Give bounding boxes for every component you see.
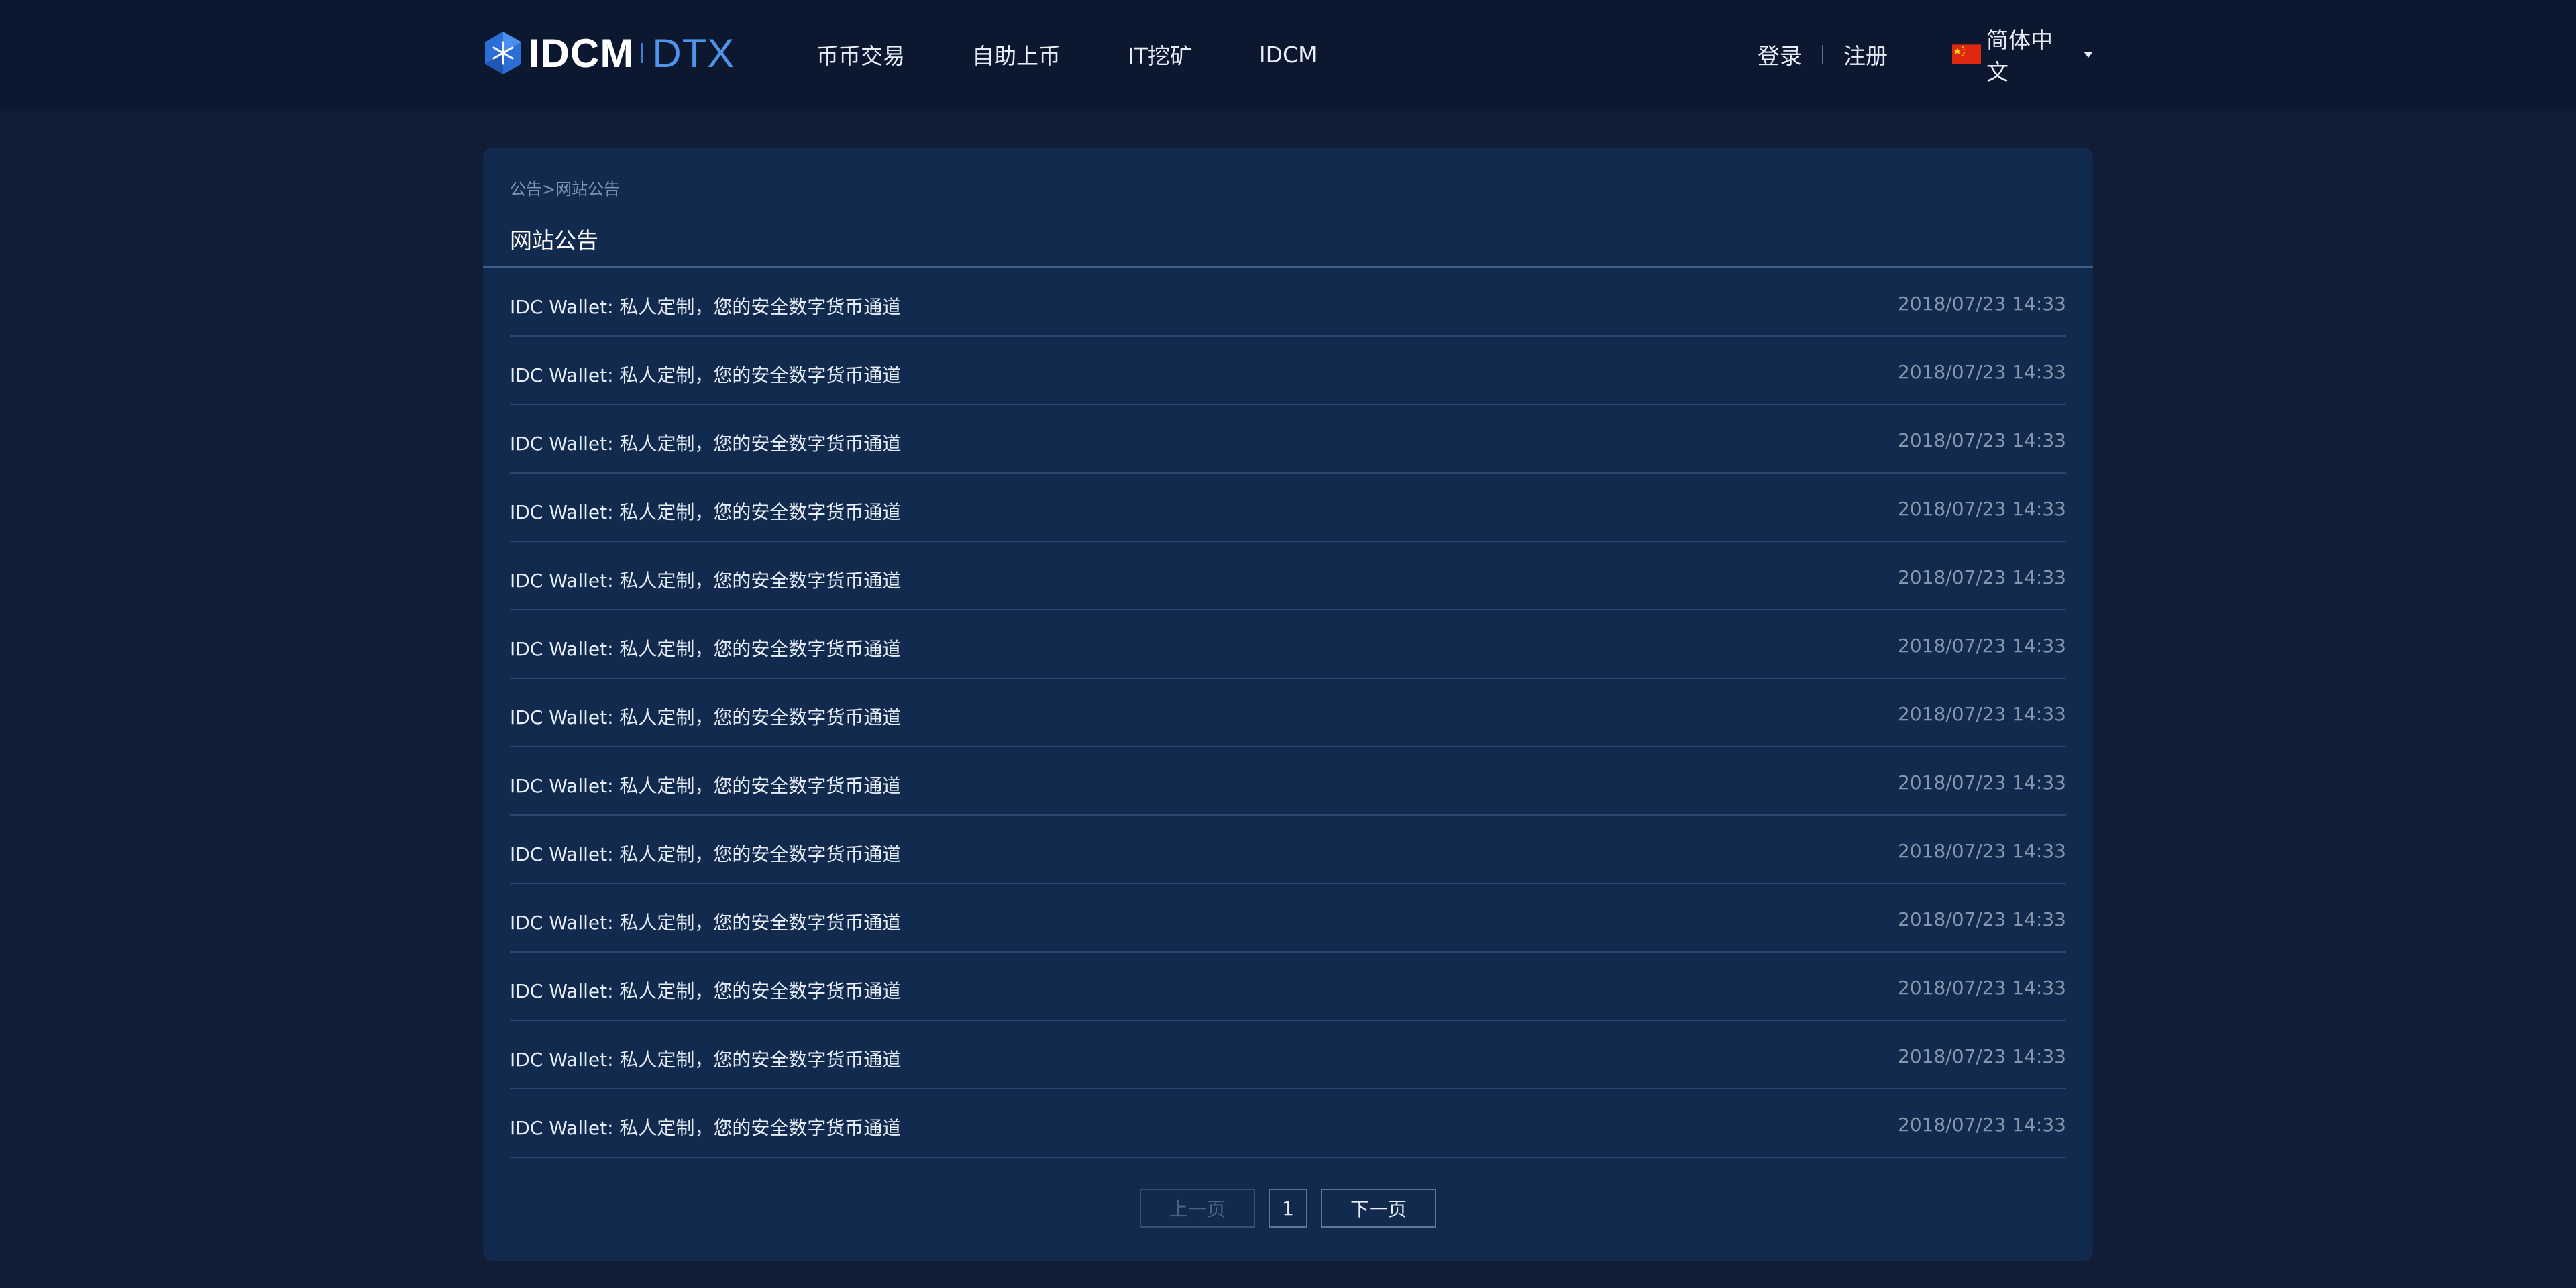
register-link[interactable]: 注册 — [1843, 38, 1888, 70]
announcement-title[interactable]: IDC Wallet: 私人定制，您的安全数字货币通道 — [510, 429, 901, 456]
announcement-date: 2018/07/23 14:33 — [1898, 1114, 2066, 1136]
chevron-down-icon — [2084, 51, 2093, 58]
announcement-date: 2018/07/23 14:33 — [1898, 498, 2066, 520]
announcement-title[interactable]: IDC Wallet: 私人定制，您的安全数字货币通道 — [510, 566, 901, 593]
pagination: 上一页 1 下一页 — [483, 1189, 2093, 1228]
announcement-title[interactable]: IDC Wallet: 私人定制，您的安全数字货币通道 — [510, 703, 901, 730]
announcement-date: 2018/07/23 14:33 — [1898, 635, 2066, 657]
list-item[interactable]: IDC Wallet: 私人定制，您的安全数字货币通道 2018/07/23 14… — [510, 884, 2066, 953]
announcement-title[interactable]: IDC Wallet: 私人定制，您的安全数字货币通道 — [510, 635, 901, 661]
announcement-date: 2018/07/23 14:33 — [1898, 1045, 2066, 1067]
announcement-title[interactable]: IDC Wallet: 私人定制，您的安全数字货币通道 — [510, 840, 901, 867]
list-item[interactable]: IDC Wallet: 私人定制，您的安全数字货币通道 2018/07/23 14… — [510, 474, 2066, 542]
announcement-date: 2018/07/23 14:33 — [1898, 840, 2066, 862]
list-item[interactable]: IDC Wallet: 私人定制，您的安全数字货币通道 2018/07/23 14… — [510, 679, 2066, 747]
announcement-title[interactable]: IDC Wallet: 私人定制，您的安全数字货币通道 — [510, 1114, 901, 1140]
announcement-date: 2018/07/23 14:33 — [1898, 292, 2066, 315]
list-item[interactable]: IDC Wallet: 私人定制，您的安全数字货币通道 2018/07/23 14… — [510, 747, 2066, 816]
list-item[interactable]: IDC Wallet: 私人定制，您的安全数字货币通道 2018/07/23 14… — [510, 405, 2066, 474]
title-divider — [483, 266, 2093, 268]
language-selector[interactable]: 简体中文 — [1952, 0, 2093, 109]
list-item[interactable]: IDC Wallet: 私人定制，您的安全数字货币通道 2018/07/23 14… — [510, 610, 2066, 679]
announcement-date: 2018/07/23 14:33 — [1898, 977, 2066, 999]
logo-brand-text: IDCM — [529, 30, 635, 76]
announcement-title[interactable]: IDC Wallet: 私人定制，您的安全数字货币通道 — [510, 977, 901, 1004]
breadcrumb: 公告>网站公告 — [510, 176, 620, 199]
announcement-card: 公告>网站公告 网站公告 IDC Wallet: 私人定制，您的安全数字货币通道… — [483, 148, 2093, 1261]
login-link[interactable]: 登录 — [1758, 38, 1802, 70]
prev-page-button[interactable]: 上一页 — [1140, 1189, 1255, 1228]
announcement-title[interactable]: IDC Wallet: 私人定制，您的安全数字货币通道 — [510, 361, 901, 388]
auth-links: 登录 注册 — [1758, 0, 1888, 109]
announcement-date: 2018/07/23 14:33 — [1898, 771, 2066, 794]
next-page-button[interactable]: 下一页 — [1321, 1189, 1436, 1228]
list-item[interactable]: IDC Wallet: 私人定制，您的安全数字货币通道 2018/07/23 14… — [510, 816, 2066, 884]
announcement-title[interactable]: IDC Wallet: 私人定制，您的安全数字货币通道 — [510, 498, 901, 525]
china-flag-icon — [1952, 44, 1981, 64]
page-number-button[interactable]: 1 — [1269, 1189, 1307, 1228]
breadcrumb-current: 网站公告 — [555, 180, 621, 199]
list-item[interactable]: IDC Wallet: 私人定制，您的安全数字货币通道 2018/07/23 14… — [510, 953, 2066, 1021]
announcement-list: IDC Wallet: 私人定制，您的安全数字货币通道 2018/07/23 14… — [510, 268, 2066, 1158]
list-item[interactable]: IDC Wallet: 私人定制，您的安全数字货币通道 2018/07/23 14… — [510, 1089, 2066, 1158]
site-logo[interactable]: IDCM DTX — [483, 30, 735, 76]
breadcrumb-root[interactable]: 公告 — [510, 180, 542, 199]
nav-item-it-mining[interactable]: IT挖矿 — [1128, 38, 1192, 70]
nav-item-self-listing[interactable]: 自助上币 — [972, 38, 1061, 70]
breadcrumb-separator: > — [542, 180, 556, 199]
header-inner: IDCM DTX 币币交易 自助上币 IT挖矿 IDCM 登录 注册 简体中文 — [483, 0, 2093, 109]
language-label: 简体中文 — [1986, 27, 2053, 85]
announcement-date: 2018/07/23 14:33 — [1898, 566, 2066, 588]
page-title: 网站公告 — [510, 227, 598, 254]
auth-divider — [1822, 45, 1823, 64]
logo-product-text: DTX — [652, 30, 735, 76]
announcement-title[interactable]: IDC Wallet: 私人定制，您的安全数字货币通道 — [510, 1045, 901, 1072]
announcement-title[interactable]: IDC Wallet: 私人定制，您的安全数字货币通道 — [510, 908, 901, 935]
list-item[interactable]: IDC Wallet: 私人定制，您的安全数字货币通道 2018/07/23 14… — [510, 1021, 2066, 1089]
announcement-date: 2018/07/23 14:33 — [1898, 361, 2066, 383]
main-nav: 币币交易 自助上币 IT挖矿 IDCM — [816, 0, 1385, 109]
top-header: IDCM DTX 币币交易 自助上币 IT挖矿 IDCM 登录 注册 简体中文 — [0, 0, 2576, 109]
announcement-date: 2018/07/23 14:33 — [1898, 429, 2066, 451]
list-item[interactable]: IDC Wallet: 私人定制，您的安全数字货币通道 2018/07/23 14… — [510, 337, 2066, 405]
announcement-date: 2018/07/23 14:33 — [1898, 703, 2066, 725]
announcement-title[interactable]: IDC Wallet: 私人定制，您的安全数字货币通道 — [510, 292, 901, 319]
announcement-title[interactable]: IDC Wallet: 私人定制，您的安全数字货币通道 — [510, 771, 901, 798]
logo-divider — [641, 43, 643, 63]
announcement-date: 2018/07/23 14:33 — [1898, 908, 2066, 930]
nav-item-idcm[interactable]: IDCM — [1259, 42, 1318, 68]
nav-item-coin-trading[interactable]: 币币交易 — [816, 38, 905, 70]
list-item[interactable]: IDC Wallet: 私人定制，您的安全数字货币通道 2018/07/23 14… — [510, 268, 2066, 337]
hexagon-logo-icon — [485, 32, 521, 74]
list-item[interactable]: IDC Wallet: 私人定制，您的安全数字货币通道 2018/07/23 14… — [510, 542, 2066, 610]
